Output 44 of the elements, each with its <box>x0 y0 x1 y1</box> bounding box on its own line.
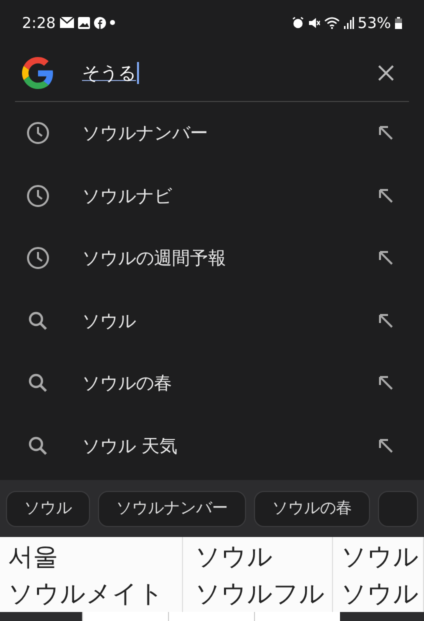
clock-icon <box>26 121 50 146</box>
alarm-icon <box>292 16 304 28</box>
arrow-up-left-icon[interactable] <box>378 312 394 329</box>
suggestion-item[interactable]: ソウル 天気 <box>0 414 424 477</box>
suggestion-item[interactable]: ソウル <box>0 290 424 352</box>
arrow-up-left-icon[interactable] <box>378 125 394 142</box>
arrow-up-left-icon[interactable] <box>378 438 394 454</box>
close-icon[interactable] <box>378 65 394 81</box>
battery-icon <box>395 16 402 28</box>
suggestion-chip[interactable]: ソウルの春 <box>254 490 370 526</box>
suggestion-item[interactable]: ソウルナンバー <box>0 102 424 164</box>
facebook-icon <box>94 16 106 28</box>
candidate-word[interactable]: ソウル <box>195 538 332 574</box>
suggestion-text: ソウルの春 <box>82 372 173 396</box>
candidate-word[interactable]: ソウル <box>341 574 423 612</box>
candidate-word[interactable]: 서울 <box>8 538 182 574</box>
clock-icon <box>26 184 50 208</box>
suggestion-item[interactable]: ソウルの週間予報 <box>0 227 424 290</box>
suggestion-text: ソウルナビ <box>82 184 173 208</box>
suggestion-text: ソウル 天気 <box>82 434 179 458</box>
battery-percent: 53% <box>358 14 391 32</box>
candidate-word[interactable]: ソウルフル <box>195 574 332 612</box>
suggestion-text: ソウルの週間予報 <box>82 247 227 270</box>
suggestion-item[interactable]: ソウルナビ <box>0 164 424 227</box>
dot-icon <box>110 20 115 25</box>
mute-icon <box>308 16 320 28</box>
signal-icon <box>344 16 354 28</box>
suggestion-chip[interactable]: ソウルナンバー <box>98 490 246 526</box>
wifi-icon <box>324 16 340 28</box>
image-icon <box>78 16 90 28</box>
google-logo-icon <box>22 57 54 89</box>
candidate-word[interactable]: ソウル <box>341 538 423 574</box>
status-time: 2:28 <box>22 14 56 32</box>
candidate-word[interactable]: ソウルメイト <box>8 574 182 612</box>
suggestion-text: ソウル <box>82 310 137 333</box>
arrow-up-left-icon[interactable] <box>378 375 394 392</box>
clock-icon <box>26 246 50 270</box>
suggestion-item[interactable]: ソウルの春 <box>0 352 424 414</box>
arrow-up-left-icon[interactable] <box>378 188 394 204</box>
search-field[interactable]: そうる <box>82 61 378 85</box>
arrow-up-left-icon[interactable] <box>378 250 394 266</box>
suggestion-chip[interactable]: ソウル <box>6 490 90 526</box>
suggestion-text: ソウルナンバー <box>82 122 209 146</box>
mail-icon <box>60 17 74 28</box>
